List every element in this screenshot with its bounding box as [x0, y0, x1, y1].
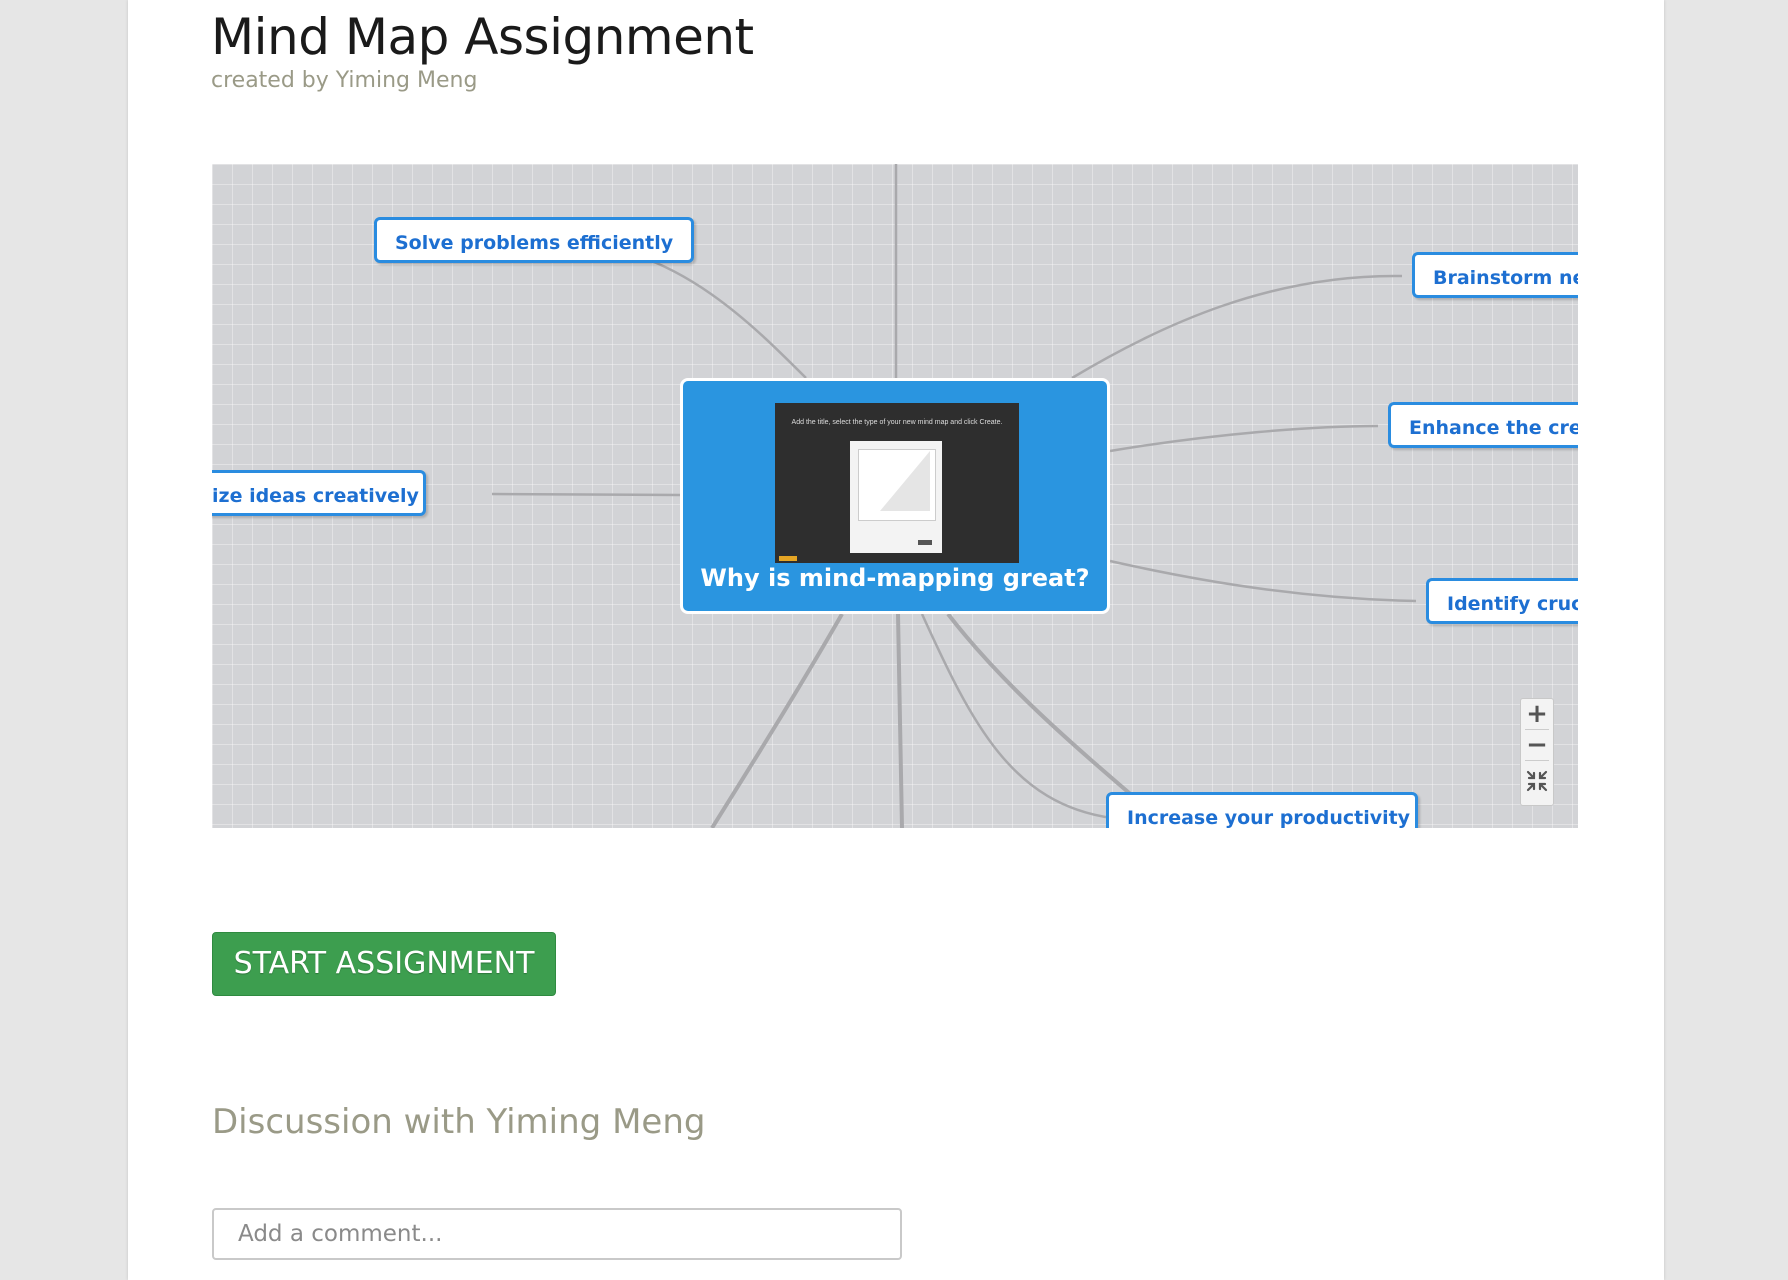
mind-map-canvas[interactable]: Solve problems efficiently Brainstorm ne…	[212, 164, 1578, 828]
central-topic-node[interactable]: Add the title, select the type of your n…	[680, 378, 1110, 614]
fit-to-screen-button[interactable]	[1521, 761, 1553, 801]
thumbnail-caption: Add the title, select the type of your n…	[791, 419, 1003, 426]
mind-map-node[interactable]: Increase your productivity	[1106, 792, 1418, 828]
mind-map-node[interactable]: Brainstorm ne	[1412, 252, 1578, 298]
topic-thumbnail-image: Add the title, select the type of your n…	[775, 403, 1019, 563]
start-assignment-button[interactable]: START ASSIGNMENT	[212, 932, 556, 996]
discussion-heading: Discussion with Yiming Meng	[212, 1102, 706, 1142]
page-subtitle: created by Yiming Meng	[211, 68, 478, 93]
thumbnail-logo	[779, 556, 797, 561]
page-container: Mind Map Assignment created by Yiming Me…	[128, 0, 1664, 1280]
comment-input[interactable]	[212, 1208, 902, 1260]
mind-map-node[interactable]: Enhance the crea	[1388, 402, 1578, 448]
zoom-out-button[interactable]: −	[1521, 730, 1553, 760]
collapse-arrows-icon	[1526, 770, 1548, 792]
mind-map-node[interactable]: Identify cruc	[1426, 578, 1578, 624]
central-topic-title: Why is mind-mapping great?	[700, 564, 1090, 592]
zoom-controls: + −	[1520, 698, 1554, 806]
mind-map-node[interactable]: ize ideas creatively	[212, 470, 426, 516]
page-title: Mind Map Assignment	[211, 8, 754, 66]
zoom-in-button[interactable]: +	[1521, 699, 1553, 729]
mind-map-node[interactable]: Solve problems efficiently	[374, 217, 695, 263]
thumbnail-dialog	[850, 441, 942, 553]
